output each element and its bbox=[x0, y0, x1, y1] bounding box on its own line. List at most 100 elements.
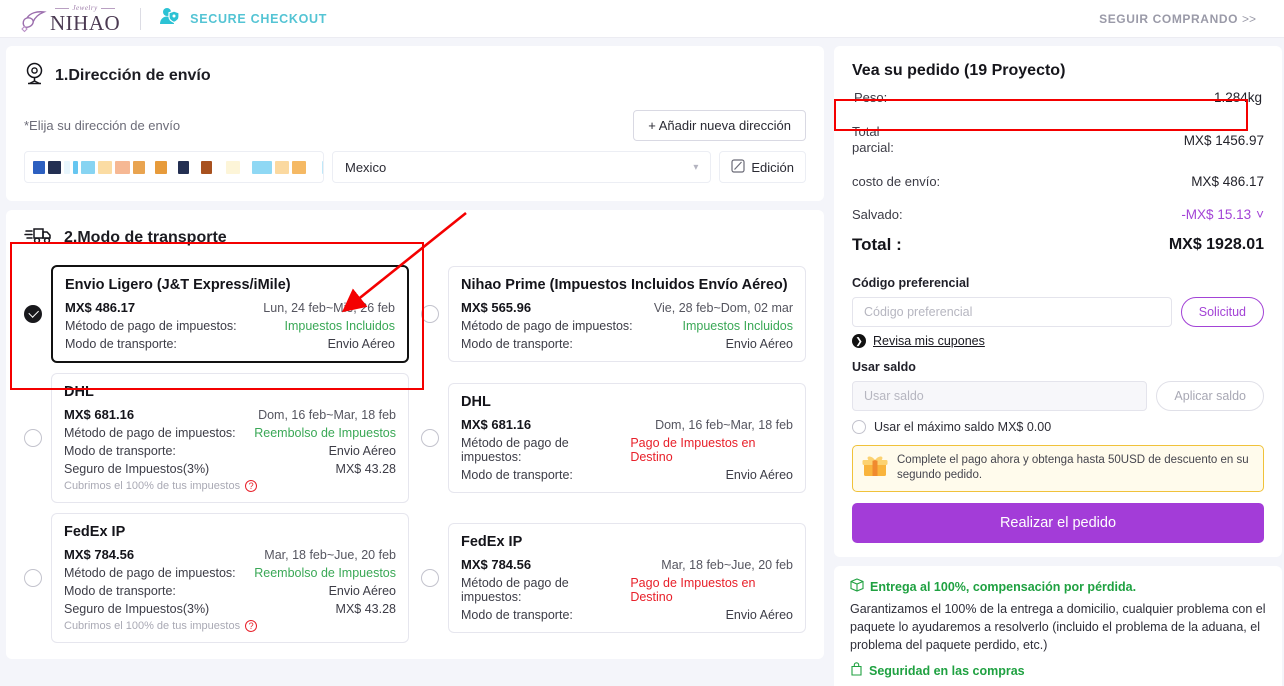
add-new-address-button[interactable]: + Añadir nueva dirección bbox=[633, 110, 806, 141]
shipping-option-price-row: MX$ 681.16 Dom, 16 feb~Mar, 18 feb bbox=[64, 407, 396, 422]
guarantee-heading-delivery: Entrega al 100%, compensación por pérdid… bbox=[850, 578, 1266, 595]
tax-method-label: Método de pago de impuestos: bbox=[64, 426, 236, 440]
shipping-option-mode-row: Modo de transporte: Envio Aéreo bbox=[461, 337, 793, 351]
radio-unchecked-icon bbox=[852, 420, 866, 434]
shipping-option[interactable]: DHL MX$ 681.16 Dom, 16 feb~Mar, 18 feb Méto… bbox=[24, 373, 409, 503]
shipping-option-price: MX$ 681.16 bbox=[461, 417, 532, 432]
shipping-option-card[interactable]: FedEx IP MX$ 784.56 Mar, 18 feb~Jue, 20 fe… bbox=[448, 523, 806, 633]
shipping-option-card[interactable]: FedEx IP MX$ 784.56 Mar, 18 feb~Jue, 20 fe… bbox=[51, 513, 409, 643]
radio-unchecked-icon[interactable] bbox=[421, 569, 439, 587]
radio-unchecked-icon[interactable] bbox=[421, 305, 439, 323]
secure-checkout-badge: SECURE CHECKOUT bbox=[159, 7, 327, 30]
redacted-block bbox=[226, 160, 240, 174]
order-summary-panel: Vea su pedido (19 Proyecto) Peso: 1.284k… bbox=[834, 46, 1282, 557]
shipping-option[interactable]: FedEx IP MX$ 784.56 Mar, 18 feb~Jue, 20 fe… bbox=[24, 513, 409, 643]
tax-insurance-label: Seguro de Impuestos(3%) bbox=[64, 602, 210, 616]
tax-method-value: Impuestos Incluidos bbox=[682, 319, 793, 333]
site-header: Jewelry NIHAO SECURE CHECKOUT SEGUIR COM… bbox=[0, 0, 1284, 38]
shipping-option-tax-row: Método de pago de impuestos: Pago de Impu… bbox=[461, 436, 793, 464]
shipping-option-card[interactable]: Nihao Prime (Impuestos Incluidos Envío A… bbox=[448, 266, 806, 362]
place-order-button[interactable]: Realizar el pedido bbox=[852, 503, 1264, 543]
shipping-option-price: MX$ 681.16 bbox=[64, 407, 135, 422]
promo-banner: Complete el pago ahora y obtenga hasta 5… bbox=[852, 445, 1264, 492]
tax-method-label: Método de pago de impuestos: bbox=[65, 319, 237, 333]
chevron-down-icon: ˅ bbox=[1256, 207, 1264, 222]
transport-mode-label: Modo de transporte: bbox=[461, 608, 573, 622]
keep-shopping-link[interactable]: SEGUIR COMPRANDO >> bbox=[1099, 12, 1256, 26]
secure-checkout-label: SECURE CHECKOUT bbox=[190, 11, 328, 26]
shipping-option-note: Cubrimos el 100% de tus impuestos? bbox=[64, 480, 396, 492]
redacted-block bbox=[155, 160, 167, 174]
my-coupons-link[interactable]: ❯ Revisa mis cupones bbox=[852, 334, 1264, 348]
redacted-block bbox=[170, 160, 175, 174]
redacted-block bbox=[192, 160, 198, 174]
transport-mode-label: Modo de transporte: bbox=[64, 584, 176, 598]
transport-mode-value: Envio Aéreo bbox=[725, 337, 793, 351]
shipping-option-price-row: MX$ 681.16 Dom, 16 feb~Mar, 18 feb bbox=[461, 417, 793, 432]
location-pin-icon bbox=[24, 62, 45, 90]
redacted-block bbox=[292, 160, 306, 174]
radio-unchecked-icon[interactable] bbox=[421, 429, 439, 447]
shipping-option[interactable]: FedEx IP MX$ 784.56 Mar, 18 feb~Jue, 20 fe… bbox=[421, 513, 806, 643]
edit-address-button[interactable]: Edición bbox=[719, 151, 806, 183]
use-max-balance-option[interactable]: Usar el máximo saldo MX$ 0.00 bbox=[852, 420, 1264, 434]
guarantee-heading-security: Seguridad en las compras bbox=[850, 662, 1266, 679]
transport-mode-value: Envio Aéreo bbox=[725, 468, 793, 482]
redacted-block bbox=[275, 160, 289, 174]
edit-address-label: Edición bbox=[751, 159, 794, 175]
shipping-option[interactable]: Nihao Prime (Impuestos Incluidos Envío A… bbox=[421, 265, 806, 363]
shipping-option-card[interactable]: DHL MX$ 681.16 Dom, 16 feb~Mar, 18 feb Méto… bbox=[448, 383, 806, 493]
shipping-option[interactable]: DHL MX$ 681.16 Dom, 16 feb~Mar, 18 feb Méto… bbox=[421, 373, 806, 503]
shipping-option-price: MX$ 784.56 bbox=[64, 547, 135, 562]
nihao-logo-icon bbox=[18, 7, 48, 33]
promo-text: Complete el pago ahora y obtenga hasta 5… bbox=[897, 454, 1249, 481]
checkout-left-column: 1.Dirección de envío *Elija su dirección… bbox=[6, 46, 824, 686]
shipping-option-price: MX$ 486.17 bbox=[65, 300, 136, 315]
shipping-option-card[interactable]: DHL MX$ 681.16 Dom, 16 feb~Mar, 18 feb Méto… bbox=[51, 373, 409, 503]
shipping-option-tax-row: Método de pago de impuestos: Pago de Impu… bbox=[461, 576, 793, 604]
tax-method-label: Método de pago de impuestos: bbox=[461, 436, 569, 464]
shipping-option-eta: Vie, 28 feb~Dom, 02 mar bbox=[653, 301, 793, 315]
weight-label: Peso: bbox=[854, 90, 888, 105]
help-question-icon[interactable]: ? bbox=[245, 620, 258, 632]
saved-value-wrap[interactable]: -MX$ 15.13 ˅ bbox=[1181, 207, 1264, 222]
balance-input[interactable] bbox=[852, 381, 1148, 411]
radio-unchecked-icon[interactable] bbox=[24, 569, 42, 587]
guarantee-delivery-label: Entrega al 100%, compensación por pérdid… bbox=[870, 579, 1137, 594]
radio-unchecked-icon[interactable] bbox=[24, 429, 42, 447]
shipping-option-card[interactable]: Envio Ligero (J&T Express/iMile) MX$ 486.… bbox=[51, 265, 409, 363]
tax-method-value: Reembolso de Impuestos bbox=[254, 426, 396, 440]
shipping-option-name: DHL bbox=[64, 384, 94, 400]
redacted-block bbox=[64, 160, 70, 174]
gift-box-icon bbox=[861, 453, 889, 484]
shipping-option-eta: Dom, 16 feb~Mar, 18 feb bbox=[258, 408, 396, 422]
edit-pencil-icon bbox=[731, 158, 745, 176]
apply-coupon-button[interactable]: Solicitud bbox=[1180, 297, 1264, 327]
radio-checked-icon[interactable] bbox=[24, 305, 42, 323]
order-summary-title: Vea su pedido (19 Proyecto) bbox=[852, 62, 1066, 79]
saved-value: -MX$ 15.13 bbox=[1181, 207, 1252, 222]
total-value: MX$ 1928.01 bbox=[1168, 236, 1264, 253]
shipping-option-tax-row: Método de pago de impuestos: Impuestos In… bbox=[65, 319, 395, 333]
guarantee-body-text: Garantizamos el 100% de la entrega a dom… bbox=[850, 602, 1266, 652]
subtotal-label-line2: parcial: bbox=[852, 140, 894, 155]
country-select[interactable]: Mexico ▾ bbox=[332, 151, 712, 183]
shipping-option-price: MX$ 784.56 bbox=[461, 557, 532, 572]
redacted-block bbox=[81, 160, 95, 174]
coupon-input[interactable] bbox=[852, 297, 1172, 327]
address-section-header: 1.Dirección de envío bbox=[24, 62, 806, 90]
help-question-icon[interactable]: ? bbox=[245, 480, 258, 492]
shipping-option-tax-row: Método de pago de impuestos: Impuestos In… bbox=[461, 319, 793, 333]
logo-name-text: NIHAO bbox=[50, 10, 121, 35]
shipping-option-price-row: MX$ 784.56 Mar, 18 feb~Jue, 20 feb bbox=[64, 547, 396, 562]
redacted-address-value[interactable] bbox=[24, 151, 324, 183]
shipping-option-eta: Mar, 18 feb~Jue, 20 feb bbox=[661, 558, 793, 572]
nihao-logo[interactable]: Jewelry NIHAO bbox=[18, 4, 121, 35]
transport-mode-label: Modo de transporte: bbox=[461, 337, 573, 351]
apply-balance-button[interactable]: Aplicar saldo bbox=[1156, 381, 1264, 411]
coupon-row: Solicitud bbox=[852, 297, 1264, 327]
summary-row-saved[interactable]: Salvado: -MX$ 15.13 ˅ bbox=[852, 198, 1264, 231]
transport-mode-value: Envio Aéreo bbox=[328, 584, 396, 598]
shipping-option[interactable]: Envio Ligero (J&T Express/iMile) MX$ 486.… bbox=[24, 265, 409, 363]
subtotal-label-line1: Total bbox=[852, 124, 880, 139]
